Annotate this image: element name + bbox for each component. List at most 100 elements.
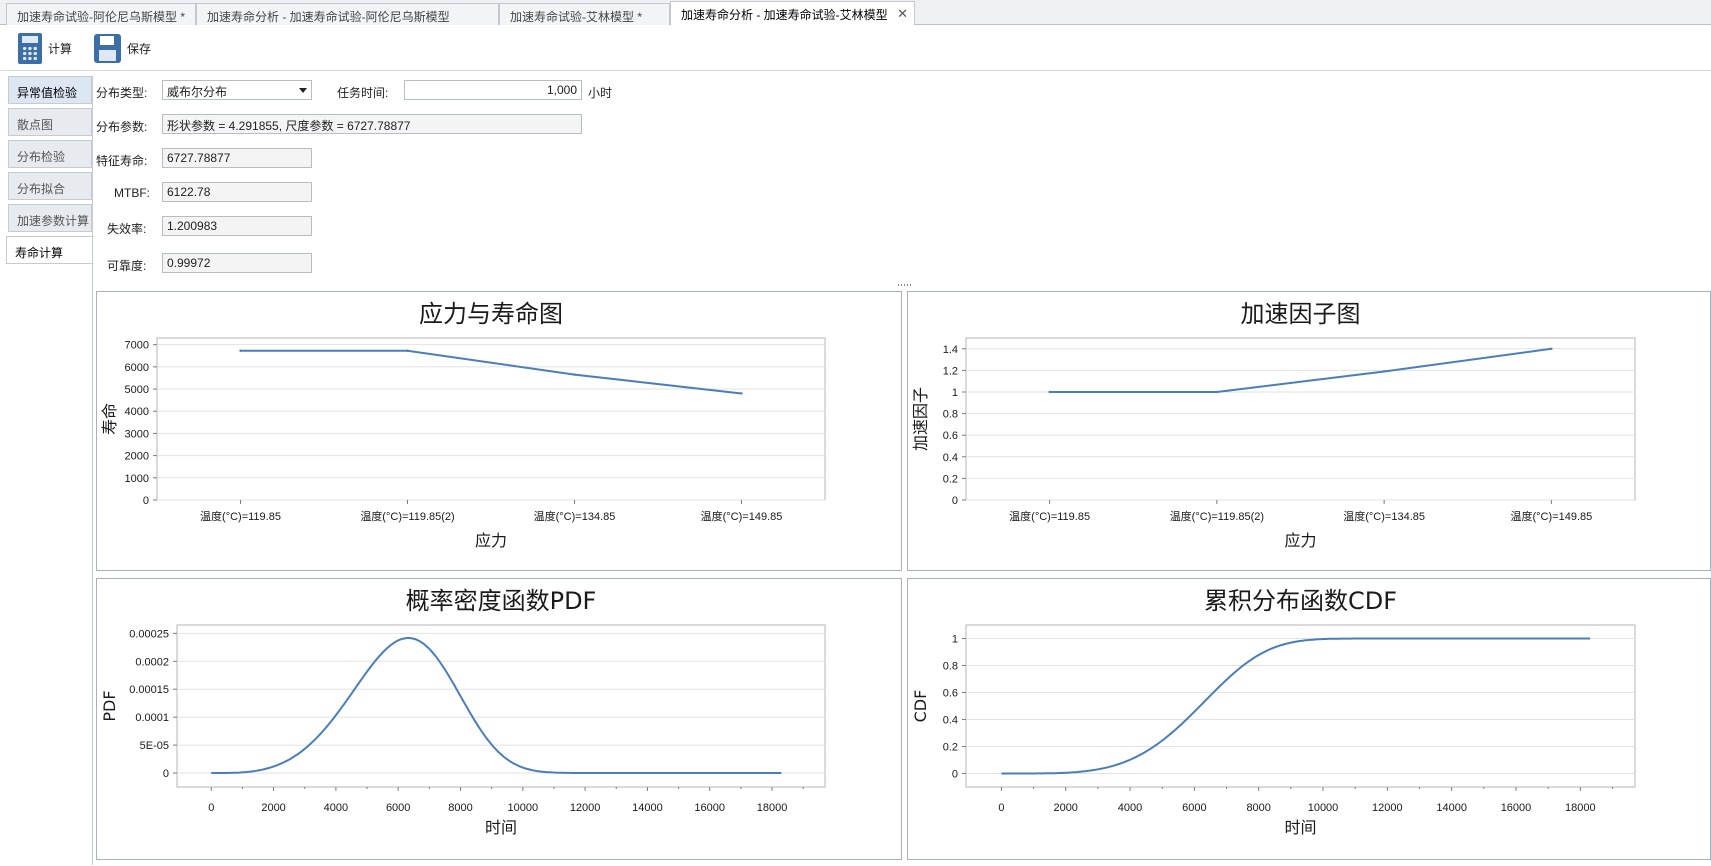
y-tick-label: 0.00015 <box>129 684 169 696</box>
plot-area <box>965 624 1636 788</box>
x-tick-label: 0 <box>208 802 214 814</box>
tab-label: 加速寿命试验-艾林模型 * <box>510 10 643 24</box>
x-tick-label: 温度(°C)=119.85 <box>1009 509 1090 523</box>
sidebar-item-label: 寿命计算 <box>15 246 64 260</box>
mtbf-value: 6122.78 <box>167 185 211 199</box>
x-tick-label: 8000 <box>1246 802 1270 814</box>
dist-type-select[interactable]: 威布尔分布 <box>162 80 312 100</box>
y-tick-label: 7000 <box>125 340 149 352</box>
x-tick-label: 16000 <box>1501 802 1532 814</box>
x-tick-label: 10000 <box>508 802 539 814</box>
x-tick-label: 温度(°C)=134.85 <box>534 509 616 523</box>
x-axis-label: 时间 <box>1284 818 1316 837</box>
tab-eyring-analysis[interactable]: 加速寿命分析 - 加速寿命试验-艾林模型 ✕ <box>670 1 915 26</box>
plot-area <box>176 624 826 788</box>
toolbar: 计算 保存 <box>0 25 1711 71</box>
params-field[interactable]: 形状参数 = 4.291855, 尺度参数 = 6727.78877 <box>162 114 582 134</box>
x-tick-label: 温度(°C)=149.85 <box>1511 509 1593 523</box>
y-tick-label: 0.0002 <box>135 656 169 668</box>
chart-panel-pdf: 概率密度函数PDF 0 5E-05 0.0001 0.00015 0.0002 0.0002… <box>96 578 902 860</box>
stress-life-chart: 应力与寿命图 0 1000 2000 3000 4000 5000 6000 7000 温度(°C… <box>100 300 826 550</box>
y-tick-label: 1.4 <box>943 344 958 356</box>
cdf-chart: 累积分布函数CDF 0 0.2 0.4 0.6 0.8 1 0 2000 4000 6000 8000… <box>911 587 1636 837</box>
dist-type-value: 威布尔分布 <box>167 85 228 99</box>
x-tick-label: 18000 <box>757 802 788 814</box>
reliability-field[interactable]: 0.99972 <box>162 253 312 273</box>
chart-title: 应力与寿命图 <box>419 300 563 328</box>
failure-rate-value: 1.200983 <box>167 219 218 233</box>
accel-factor-chart: 加速因子图 0 0.2 0.4 0.6 0.8 1 1.2 1.4 温度(°C)=119.85 温度… <box>911 300 1636 550</box>
x-tick-label: 0 <box>998 802 1004 814</box>
mtbf-field[interactable]: 6122.78 <box>162 182 312 202</box>
chart-panel-cdf: 累积分布函数CDF 0 0.2 0.4 0.6 0.8 1 0 2000 4000 6000 8000… <box>907 578 1711 860</box>
y-axis-label: CDF <box>911 690 930 723</box>
char-life-field[interactable]: 6727.78877 <box>162 148 312 168</box>
y-tick-label: 0.8 <box>943 661 958 673</box>
tab-arrhenius-test[interactable]: 加速寿命试验-阿伦尼乌斯模型 * <box>6 3 196 25</box>
y-axis-label: PDF <box>100 690 119 721</box>
x-tick-label: 14000 <box>632 802 663 814</box>
y-tick-label: 0.4 <box>943 452 958 464</box>
sidebar-item-label: 加速参数计算 <box>17 214 90 228</box>
y-tick-label: 4000 <box>125 406 149 418</box>
splitter-handle[interactable] <box>898 284 912 286</box>
sidebar-item-outlier-test[interactable]: 异常值检验 <box>8 76 92 104</box>
y-tick-label: 0.2 <box>943 742 958 754</box>
sidebar-item-distribution-test[interactable]: 分布检验 <box>8 140 92 168</box>
chart-panel-accel-factor: 加速因子图 0 0.2 0.4 0.6 0.8 1 1.2 1.4 温度(°C)=119.85 温度… <box>907 291 1711 571</box>
sidebar-item-label: 分布检验 <box>17 150 66 164</box>
y-tick-label: 1.2 <box>943 365 958 377</box>
y-axis-label: 加速因子 <box>911 387 930 451</box>
y-tick-label: 5E-05 <box>140 740 169 752</box>
sidebar-item-label: 分布拟合 <box>17 182 66 196</box>
sidebar-divider <box>92 76 93 865</box>
x-tick-label: 18000 <box>1565 802 1596 814</box>
sidebar-item-accel-params[interactable]: 加速参数计算 <box>8 204 92 232</box>
sidebar-item-distribution-fit[interactable]: 分布拟合 <box>8 172 92 200</box>
x-tick-label: 温度(°C)=149.85 <box>701 509 783 523</box>
chevron-down-icon <box>299 88 307 93</box>
y-tick-label: 0.00025 <box>129 628 169 640</box>
close-icon[interactable]: ✕ <box>897 6 908 22</box>
mission-time-input[interactable]: 1,000 <box>404 80 582 100</box>
y-tick-label: 1000 <box>125 473 149 485</box>
calculate-label: 计算 <box>48 41 73 56</box>
mission-time-label: 任务时间: <box>337 86 389 100</box>
x-tick-label: 4000 <box>324 802 348 814</box>
sidebar-item-label: 异常值检验 <box>17 86 78 100</box>
y-tick-label: 0 <box>163 768 169 780</box>
params-value: 形状参数 = 4.291855, 尺度参数 = 6727.78877 <box>167 119 411 133</box>
tab-arrhenius-analysis[interactable]: 加速寿命分析 - 加速寿命试验-阿伦尼乌斯模型 <box>196 3 499 25</box>
x-tick-label: 4000 <box>1118 802 1142 814</box>
x-tick-label: 10000 <box>1308 802 1339 814</box>
sidebar: 异常值检验 散点图 分布检验 分布拟合 加速参数计算 寿命计算 <box>6 76 94 866</box>
document-tabstrip: 加速寿命试验-阿伦尼乌斯模型 * 加速寿命分析 - 加速寿命试验-阿伦尼乌斯模型… <box>0 0 1711 26</box>
y-tick-label: 0 <box>952 495 958 507</box>
y-axis-label: 寿命 <box>100 403 119 435</box>
sidebar-item-scatter[interactable]: 散点图 <box>8 108 92 136</box>
sidebar-item-life-calc[interactable]: 寿命计算 <box>6 236 94 264</box>
failure-rate-field[interactable]: 1.200983 <box>162 216 312 236</box>
params-label: 分布参数: <box>96 120 148 134</box>
y-tick-label: 0 <box>952 769 958 781</box>
save-button[interactable]: 保存 <box>94 31 151 65</box>
tab-label: 加速寿命试验-阿伦尼乌斯模型 * <box>17 10 186 24</box>
x-tick-label: 16000 <box>694 802 725 814</box>
y-tick-label: 2000 <box>125 451 149 463</box>
x-tick-label: 14000 <box>1436 802 1467 814</box>
tab-eyring-test[interactable]: 加速寿命试验-艾林模型 * <box>499 3 670 25</box>
y-tick-label: 3000 <box>125 428 149 440</box>
tab-label: 加速寿命分析 - 加速寿命试验-艾林模型 <box>681 8 888 22</box>
x-axis-label: 应力 <box>1284 531 1316 550</box>
calculate-button[interactable]: 计算 <box>18 31 72 65</box>
x-tick-label: 12000 <box>570 802 601 814</box>
save-icon <box>94 33 121 63</box>
chart-title: 加速因子图 <box>1241 300 1361 328</box>
sidebar-item-label: 散点图 <box>17 118 54 132</box>
x-tick-label: 温度(°C)=119.85 <box>200 509 281 523</box>
chart-title: 累积分布函数CDF <box>1204 587 1397 615</box>
plot-area <box>965 337 1636 501</box>
y-tick-label: 0.4 <box>943 715 958 727</box>
mission-time-value: 1,000 <box>546 83 577 97</box>
pdf-chart: 概率密度函数PDF 0 5E-05 0.0001 0.00015 0.0002 0.0002… <box>100 587 826 837</box>
